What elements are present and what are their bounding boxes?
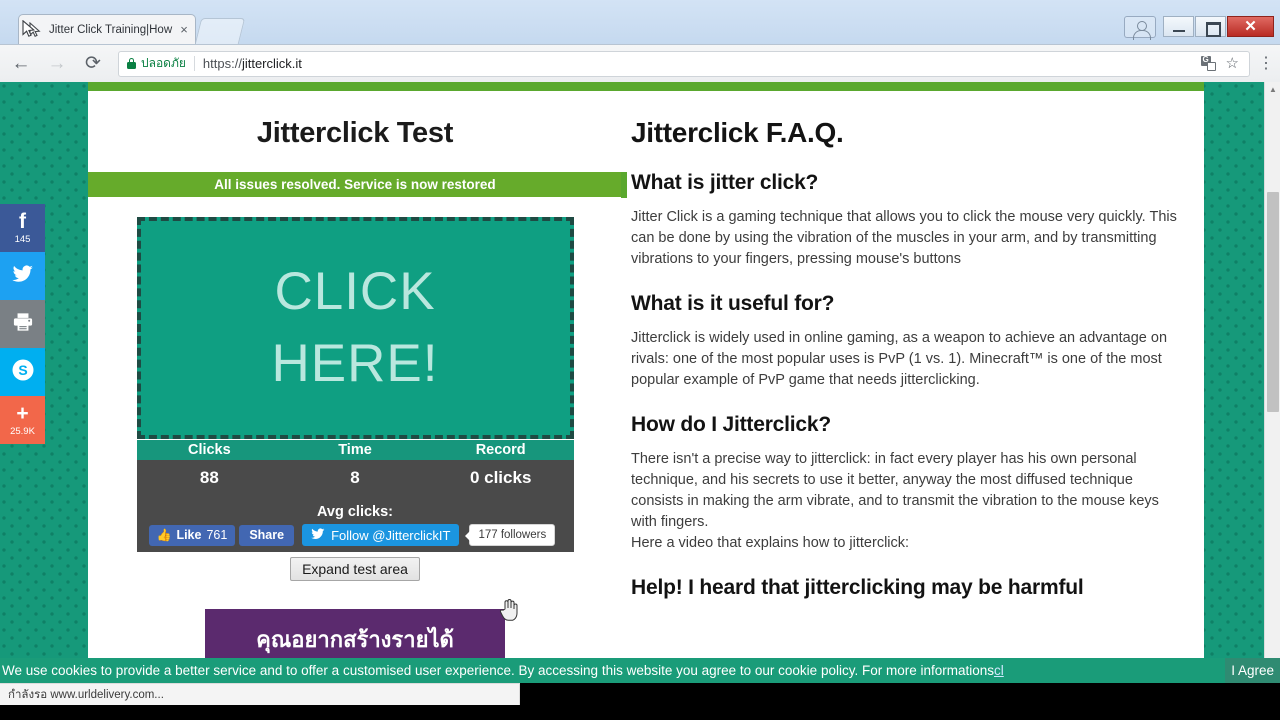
- stats-header-clicks: Clicks: [187, 442, 231, 458]
- twitter-follow-label: Follow @JitterclickIT: [331, 527, 451, 543]
- stats-value-row: 88 8 0 clicks: [137, 468, 574, 488]
- reload-button[interactable]: ⟳: [78, 49, 108, 79]
- faq-answer-3: There isn't a precise way to jitterclick…: [631, 451, 1159, 551]
- click-area-line2: HERE!: [271, 334, 439, 393]
- faq-column: Jitterclick F.A.Q. What is jitter click?…: [621, 91, 1204, 683]
- stats-body: 88 8 0 clicks Avg clicks: 👍 Like 761 Sha…: [136, 460, 574, 552]
- faq-question-1: What is jitter click?: [621, 171, 1188, 198]
- browser-toolbar: ← → ⟳ ปลอดภัย https://jitterclick.it ☆ ⋮: [0, 44, 1280, 82]
- cookie-agree-button[interactable]: I Agree: [1225, 658, 1280, 683]
- rail-print-button[interactable]: [0, 300, 45, 348]
- facebook-like-count: 761: [206, 528, 228, 542]
- stats-panel: Clicks Time Record 88 8 0 clicks Avg cli…: [136, 440, 574, 552]
- rail-skype-button[interactable]: S: [0, 348, 45, 396]
- top-accent-bar: [88, 82, 1204, 91]
- secure-label: ปลอดภัย: [141, 56, 186, 70]
- faq-question-4: Help! I heard that jitterclicking may be…: [631, 576, 1084, 599]
- omnibox-divider: [193, 56, 195, 71]
- back-button[interactable]: ←: [6, 49, 36, 79]
- plus-icon: +: [16, 402, 29, 425]
- url-scheme: https://: [202, 56, 242, 71]
- browser-menu-icon[interactable]: ⋮: [1258, 55, 1274, 71]
- cookie-consent-bar: We use cookies to provide a better servi…: [0, 658, 1280, 683]
- twitter-icon: [11, 265, 34, 287]
- page-viewport: Jitterclick Test All issues resolved. Se…: [0, 82, 1280, 683]
- omnibox-actions: ☆: [1200, 55, 1241, 71]
- forward-button: →: [47, 52, 67, 74]
- social-button-row: 👍 Like 761 Share Follow @JitterclickIT 1…: [137, 520, 574, 546]
- faq-question-3: How do I Jitterclick?: [631, 413, 832, 436]
- total-share-count: 25.9K: [10, 426, 35, 437]
- cookie-policy-link[interactable]: cl: [994, 663, 1004, 678]
- tab-strip: Jitter Click Training|How ×: [0, 14, 1280, 44]
- translate-icon[interactable]: [1200, 55, 1216, 71]
- click-test-area[interactable]: CLICK HERE!: [136, 217, 574, 621]
- avg-clicks-label: Avg clicks:: [316, 504, 394, 520]
- facebook-share-count: 145: [14, 234, 31, 245]
- browser-status-bar: กำลังรอ www.urldelivery.com...: [0, 683, 520, 705]
- facebook-like-button[interactable]: 👍 Like 761: [148, 524, 236, 546]
- rail-more-share-button[interactable]: + 25.9K: [0, 396, 45, 444]
- tab-close-icon[interactable]: ×: [177, 23, 191, 37]
- url-host: jitterclick.it: [241, 56, 302, 71]
- user-avatar-icon[interactable]: [1124, 16, 1156, 40]
- scrollbar-thumb[interactable]: [1267, 192, 1279, 412]
- page-scrollbar[interactable]: ▲ ▼: [1264, 82, 1280, 683]
- left-column: Jitterclick Test All issues resolved. Se…: [88, 91, 622, 683]
- address-bar[interactable]: ปลอดภัย https://jitterclick.it ☆: [118, 50, 1250, 77]
- new-tab-button[interactable]: [194, 18, 246, 44]
- stats-value-time: 8: [350, 468, 360, 487]
- social-share-rail: f 145 S + 25.9K: [0, 204, 45, 444]
- facebook-icon: f: [19, 210, 26, 233]
- faq-title: Jitterclick F.A.Q.: [631, 117, 844, 148]
- close-window-button[interactable]: ✕: [1227, 16, 1274, 37]
- twitter-bird-icon: [311, 527, 325, 543]
- svg-text:S: S: [18, 362, 27, 378]
- stats-value-clicks: 88: [199, 468, 219, 487]
- stats-value-record: 0 clicks: [469, 468, 532, 487]
- twitter-follow-button[interactable]: Follow @JitterclickIT: [302, 524, 460, 546]
- rail-twitter-button[interactable]: [0, 252, 45, 300]
- twitter-followers-count[interactable]: 177 followers: [465, 524, 556, 546]
- window-controls: ✕: [1124, 16, 1274, 40]
- thumbs-up-icon: 👍: [156, 528, 172, 542]
- browser-tab[interactable]: Jitter Click Training|How ×: [18, 14, 196, 44]
- rail-facebook-button[interactable]: f 145: [0, 204, 45, 252]
- facebook-share-button[interactable]: Share: [239, 524, 295, 546]
- browser-chrome: Jitter Click Training|How × ✕ ← → ⟳ ปลอด…: [0, 0, 1280, 82]
- faq-question-2: What is it useful for?: [631, 292, 835, 315]
- stats-header-record: Record: [475, 442, 526, 458]
- printer-icon: [12, 312, 34, 336]
- stats-header-time: Time: [338, 442, 372, 458]
- faq-answer-2: Jitterclick is widely used in online gam…: [631, 330, 1168, 388]
- faq-answer-1: Jitter Click is a gaming technique that …: [631, 209, 1177, 267]
- expand-test-area-button[interactable]: Expand test area: [290, 557, 420, 581]
- click-area-line1: CLICK: [274, 262, 436, 322]
- lock-icon: [127, 58, 136, 69]
- skype-icon: S: [11, 358, 35, 386]
- tab-title: Jitter Click Training|How: [49, 23, 173, 36]
- bookmark-star-icon[interactable]: ☆: [1226, 56, 1239, 71]
- cookie-text: We use cookies to provide a better servi…: [2, 663, 994, 678]
- minimize-button[interactable]: [1163, 16, 1194, 37]
- screen: Jitter Click Training|How × ✕ ← → ⟳ ปลอด…: [0, 0, 1280, 720]
- stats-header-row: Clicks Time Record: [136, 440, 574, 460]
- content-container: Jitterclick Test All issues resolved. Se…: [88, 82, 1204, 683]
- mouse-cursor-hand: [499, 569, 519, 621]
- scroll-up-arrow-icon[interactable]: ▲: [1265, 82, 1280, 98]
- maximize-button[interactable]: [1195, 16, 1226, 37]
- service-notice: All issues resolved. Service is now rest…: [88, 172, 622, 197]
- page-title: Jitterclick Test: [256, 117, 454, 149]
- mouse-cursor-arrow: [22, 19, 38, 40]
- url-text: https://jitterclick.it: [203, 56, 302, 71]
- facebook-like-label: Like: [176, 528, 202, 542]
- facebook-share-label: Share: [249, 528, 285, 542]
